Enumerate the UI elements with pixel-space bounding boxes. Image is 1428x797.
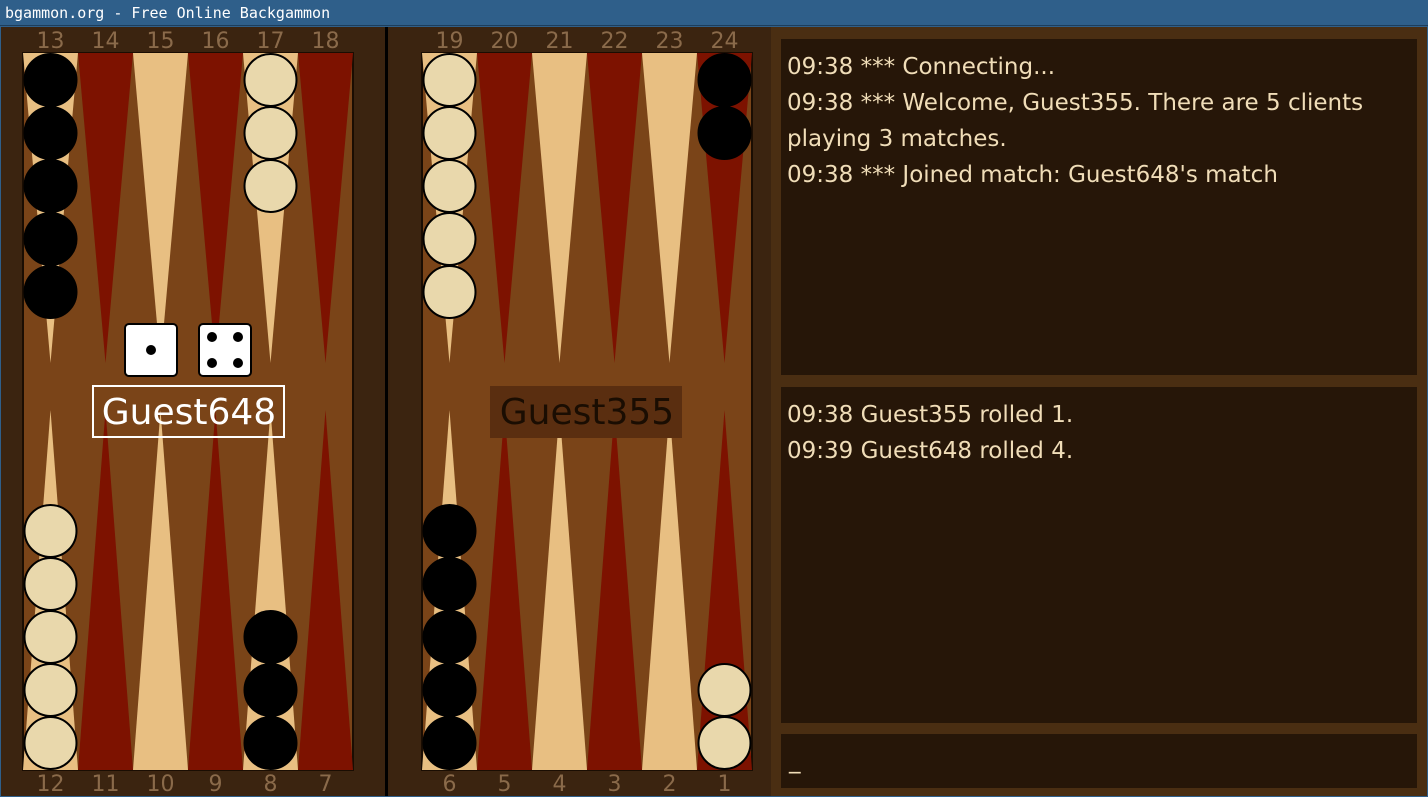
checker-white[interactable] — [422, 106, 477, 160]
window-title: bgammon.org - Free Online Backgammon — [5, 4, 331, 22]
point-number-22: 22 — [601, 29, 629, 54]
point-number-6: 6 — [443, 772, 457, 796]
point-number-5: 5 — [498, 772, 512, 796]
point-number-15: 15 — [147, 29, 175, 54]
side-panel: 09:38 *** Connecting... 09:38 *** Welcom… — [771, 27, 1427, 796]
checker-white[interactable] — [422, 159, 477, 213]
point-number-8: 8 — [264, 772, 278, 796]
game-log-line: 09:38 Guest355 rolled 1. — [787, 402, 1074, 428]
checker-black[interactable] — [422, 663, 477, 717]
chat-input[interactable]: _ — [781, 734, 1417, 788]
checker-black[interactable] — [422, 504, 477, 558]
checker-white[interactable] — [422, 265, 477, 319]
checker-white[interactable] — [23, 504, 78, 558]
checker-black[interactable] — [243, 610, 298, 664]
point-number-24: 24 — [711, 29, 739, 54]
point-number-10: 10 — [147, 772, 175, 796]
die-1[interactable] — [124, 323, 178, 377]
point-number-16: 16 — [202, 29, 230, 54]
chat-input-value: _ — [789, 748, 801, 774]
point-number-12: 12 — [37, 772, 65, 796]
server-log-line: 09:38 *** Welcome, Guest355. There are 5… — [787, 90, 1364, 152]
die-4[interactable] — [198, 323, 252, 377]
game-log: 09:38 Guest355 rolled 1. 09:39 Guest648 … — [781, 387, 1417, 723]
checker-white[interactable] — [243, 106, 298, 160]
point-number-7: 7 — [319, 772, 333, 796]
die-face — [198, 323, 252, 377]
checker-black[interactable] — [23, 265, 78, 319]
checker-black[interactable] — [243, 663, 298, 717]
checker-white[interactable] — [23, 716, 78, 770]
checker-white[interactable] — [243, 53, 298, 107]
checker-black[interactable] — [422, 716, 477, 770]
point-number-3: 3 — [608, 772, 622, 796]
player-name-right: Guest355 — [500, 392, 674, 433]
die-pip — [233, 332, 243, 342]
game-window: 13 14 15 16 17 18 19 20 21 22 23 24 12 11 10 9 8 7 6 5 4 3 2 1 G… — [0, 26, 1428, 797]
die-pip — [207, 332, 217, 342]
die-pip — [146, 345, 156, 355]
checker-white[interactable] — [23, 663, 78, 717]
checker-black[interactable] — [422, 610, 477, 664]
checker-white[interactable] — [23, 557, 78, 611]
server-log-line: 09:38 *** Joined match: Guest648's match — [787, 162, 1278, 188]
die-pip — [207, 358, 217, 368]
checker-white[interactable] — [243, 159, 298, 213]
checker-white[interactable] — [422, 212, 477, 266]
point-number-13: 13 — [37, 29, 65, 54]
point-number-14: 14 — [92, 29, 120, 54]
checker-black[interactable] — [697, 53, 752, 107]
player-label-left: Guest648 — [92, 385, 285, 438]
point-number-18: 18 — [312, 29, 340, 54]
player-label-right: Guest355 — [490, 386, 682, 438]
point-number-19: 19 — [436, 29, 464, 54]
checker-white[interactable] — [697, 716, 752, 770]
point-number-23: 23 — [656, 29, 684, 54]
checker-black[interactable] — [23, 53, 78, 107]
checker-white[interactable] — [422, 53, 477, 107]
point-number-17: 17 — [257, 29, 285, 54]
game-log-line: 09:39 Guest648 rolled 4. — [787, 438, 1074, 464]
checker-black[interactable] — [23, 212, 78, 266]
board-bar-divider — [385, 27, 388, 796]
player-name-left: Guest648 — [102, 392, 276, 433]
point-number-21: 21 — [546, 29, 574, 54]
checker-black[interactable] — [23, 106, 78, 160]
checker-black[interactable] — [422, 557, 477, 611]
point-number-2: 2 — [663, 772, 677, 796]
checker-black[interactable] — [23, 159, 78, 213]
checker-white[interactable] — [23, 610, 78, 664]
point-number-9: 9 — [209, 772, 223, 796]
backgammon-board[interactable]: 13 14 15 16 17 18 19 20 21 22 23 2412 11 10 9 8 7 6 5 4 3 2 1G… — [1, 27, 771, 796]
point-number-4: 4 — [553, 772, 567, 796]
checker-black[interactable] — [697, 106, 752, 160]
point-number-1: 1 — [718, 772, 732, 796]
checker-white[interactable] — [697, 663, 752, 717]
checker-black[interactable] — [243, 716, 298, 770]
die-pip — [233, 358, 243, 368]
point-number-20: 20 — [491, 29, 519, 54]
server-log-line: 09:38 *** Connecting... — [787, 54, 1056, 80]
point-number-11: 11 — [92, 772, 120, 796]
server-log: 09:38 *** Connecting... 09:38 *** Welcom… — [781, 39, 1417, 375]
window-title-bar: bgammon.org - Free Online Backgammon — [0, 0, 1428, 26]
